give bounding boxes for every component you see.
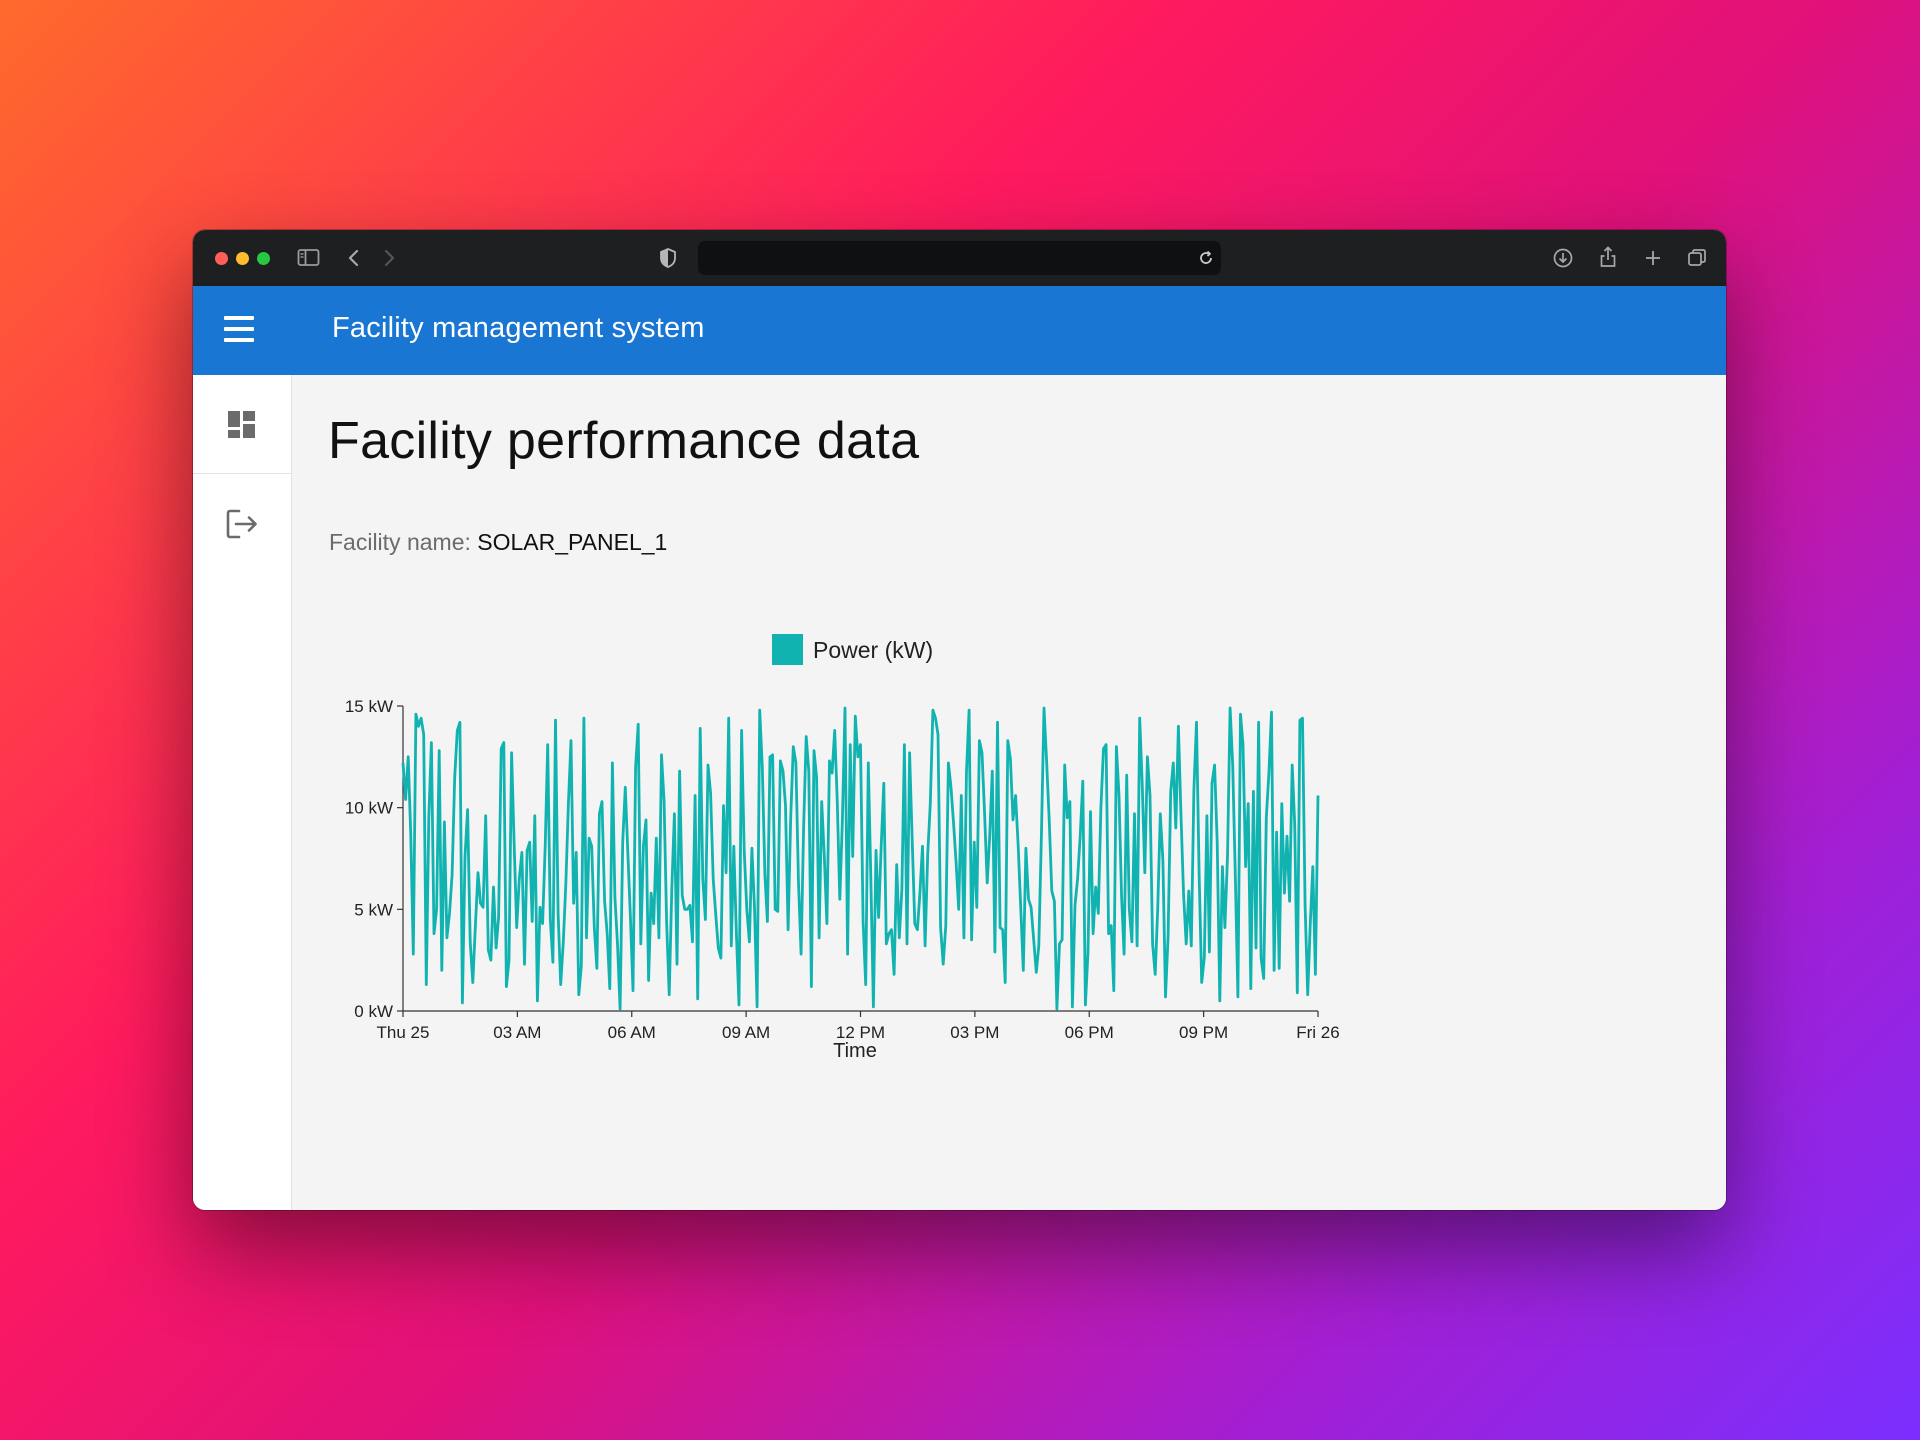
legend-swatch [772, 634, 803, 665]
y-axis: 0 kW 5 kW 10 kW 15 kW [345, 697, 404, 1021]
sidebar-item-dashboard[interactable] [193, 375, 291, 474]
app-title: Facility management system [332, 312, 705, 344]
power-chart: Power (kW) 0 kW 5 kW 10 kW 15 kW Thu 25 03 A… [292, 625, 1392, 1105]
main-content: Facility performance data Facility name:… [292, 375, 1726, 1210]
zoom-window-button[interactable] [257, 252, 270, 265]
x-tick-label: 09 AM [722, 1023, 770, 1042]
facility-name-label: Facility name: [329, 529, 471, 555]
menu-icon[interactable] [224, 316, 254, 342]
logout-icon [226, 509, 257, 539]
legend-label: Power (kW) [813, 637, 933, 663]
share-icon[interactable] [1597, 245, 1619, 269]
dashboard-icon [228, 411, 255, 438]
shield-icon [660, 248, 676, 268]
y-tick-label: 0 kW [354, 1002, 393, 1021]
facility-name-value: SOLAR_PANEL_1 [477, 529, 668, 555]
y-tick-label: 10 kW [345, 799, 393, 818]
minimize-window-button[interactable] [236, 252, 249, 265]
y-tick-label: 15 kW [345, 697, 393, 716]
x-tick-label: Thu 25 [377, 1023, 430, 1042]
browser-toolbar [193, 230, 1726, 286]
y-tick-label: 5 kW [354, 900, 393, 919]
sidebar [193, 375, 292, 1210]
power-series-line [401, 706, 1320, 1011]
x-tick-label: 06 PM [1065, 1023, 1114, 1042]
x-axis-title: Time [833, 1040, 877, 1062]
app-bar: Facility management system [193, 286, 1726, 375]
sidebar-toggle-icon[interactable] [297, 247, 321, 269]
reload-icon[interactable] [1197, 249, 1215, 267]
sidebar-item-logout[interactable] [193, 474, 291, 572]
x-tick-label: 06 AM [608, 1023, 656, 1042]
back-icon[interactable] [346, 248, 362, 268]
download-icon[interactable] [1552, 247, 1574, 269]
x-tick-label: 09 PM [1179, 1023, 1228, 1042]
close-window-button[interactable] [215, 252, 228, 265]
tabs-overview-icon[interactable] [1686, 247, 1708, 269]
x-tick-label: Fri 26 [1296, 1023, 1339, 1042]
browser-window: Facility management system Facility perf… [193, 230, 1726, 1210]
page-title: Facility performance data [328, 412, 920, 470]
new-tab-icon[interactable] [1642, 247, 1664, 269]
forward-icon[interactable] [381, 248, 397, 268]
facility-info: Facility name: SOLAR_PANEL_1 [329, 529, 667, 556]
address-bar[interactable] [698, 241, 1221, 275]
x-tick-label: 03 PM [950, 1023, 999, 1042]
x-axis: Thu 25 03 AM 06 AM 09 AM 12 PM 03 PM 06 PM 09 P… [377, 1010, 1340, 1042]
power-chart-svg: Power (kW) 0 kW 5 kW 10 kW 15 kW Thu 25 03 A… [345, 634, 1340, 1062]
x-tick-label: 03 AM [493, 1023, 541, 1042]
